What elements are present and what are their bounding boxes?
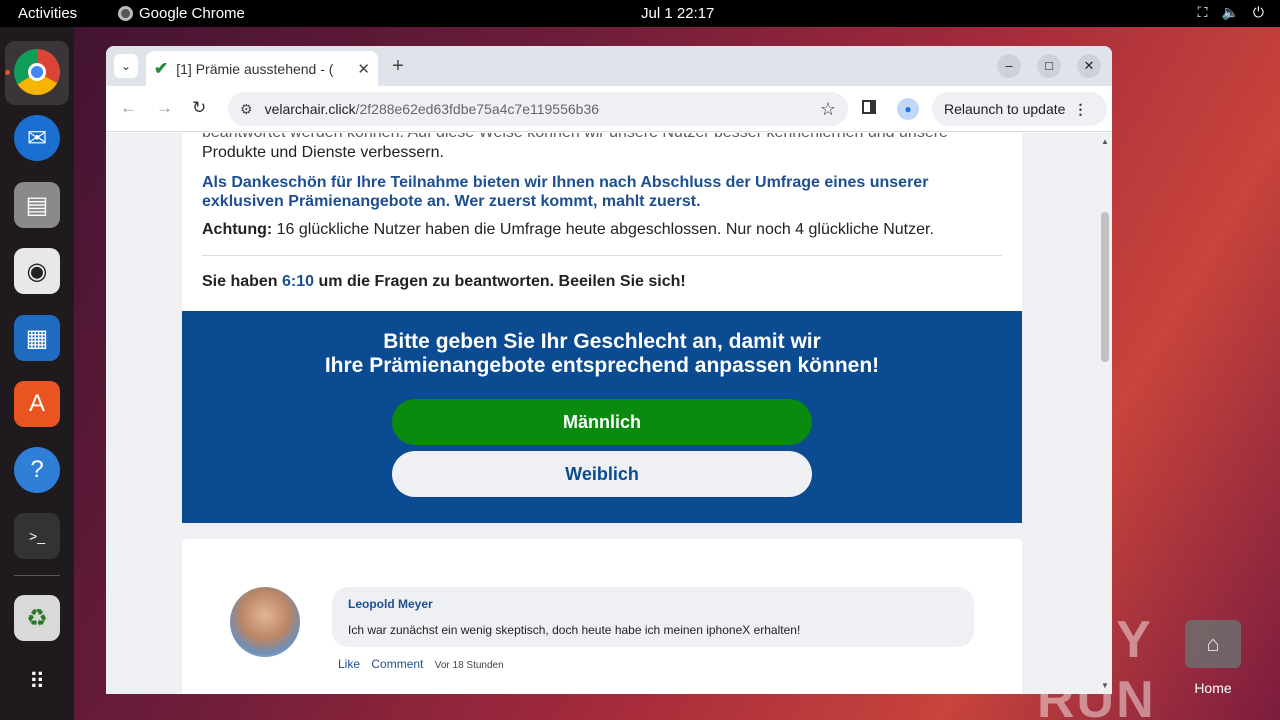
volume-icon: 🔈 [1221, 4, 1239, 20]
comment-card: Leopold Meyer Ich war zunächst ein wenig… [182, 539, 1022, 694]
power-icon: ⏻ [1252, 4, 1264, 20]
maximize-button[interactable]: □ [1037, 54, 1061, 78]
profile-icon[interactable]: ● [897, 98, 919, 120]
like-link[interactable]: Like [338, 657, 360, 671]
browser-window: ⌄ ✔ [1] Prämie ausstehend - ( ✕ + – □ ✕ … [106, 46, 1112, 694]
back-button[interactable]: ← [120, 98, 137, 118]
system-top-bar: Activities Google Chrome Jul 1 22:17 ⛶ 🔈 ⏻ [0, 0, 1280, 27]
help-icon[interactable]: ? [14, 447, 60, 493]
new-tab-button[interactable]: + [386, 54, 410, 78]
system-tray[interactable]: ⛶ 🔈 ⏻ [1198, 4, 1264, 21]
comment-author[interactable]: Leopold Meyer [348, 597, 958, 611]
minimize-button[interactable]: – [997, 54, 1021, 78]
network-icon: ⛶ [1197, 4, 1208, 20]
app-name: Google Chrome [139, 5, 245, 22]
dock: ✉ ▤ ◉ ▦ A ? >_ ♻ ⠿ [0, 27, 74, 720]
page-viewport: beantwortet werden können. Auf diese Wei… [106, 133, 1112, 694]
attention-text: Achtung: 16 glückliche Nutzer haben die … [202, 221, 1002, 239]
close-window-button[interactable]: ✕ [1077, 54, 1101, 78]
gender-question-panel: Bitte geben Sie Ihr Geschlecht an, damit… [182, 311, 1022, 523]
show-apps-icon[interactable]: ⠿ [14, 659, 60, 705]
dock-separator [14, 575, 60, 576]
timer-suffix: um die Fragen zu beantworten. Beeilen Si… [314, 273, 686, 290]
relaunch-button[interactable]: Relaunch to update ⋮ [932, 92, 1107, 126]
female-button[interactable]: Weiblich [392, 451, 812, 497]
intro-end-line: Produkte und Dienste verbessern. [202, 144, 444, 161]
trash-icon[interactable]: ♻ [14, 595, 60, 641]
writer-icon[interactable]: ▦ [14, 315, 60, 361]
chrome-icon [118, 6, 133, 21]
forward-button[interactable]: → [156, 98, 173, 118]
attention-body: 16 glückliche Nutzer haben die Umfrage h… [272, 221, 934, 238]
more-menu-icon[interactable]: ⋮ [1073, 101, 1087, 118]
address-bar[interactable]: ⚙ velarchair.click/2f288e62ed63fdbe75a4c… [228, 92, 848, 126]
site-info-icon[interactable]: ⚙ [240, 101, 253, 118]
clock[interactable]: Jul 1 22:17 [641, 5, 714, 22]
tab-title: [1] Prämie ausstehend - ( [176, 60, 334, 77]
bookmark-star-icon[interactable]: ☆ [820, 99, 836, 120]
divider [202, 255, 1002, 256]
close-tab-icon[interactable]: ✕ [357, 60, 370, 78]
tab-strip: ⌄ ✔ [1] Prämie ausstehend - ( ✕ + – □ ✕ [106, 46, 1112, 86]
chrome-dock-icon[interactable] [14, 49, 60, 95]
checkmark-icon: ✔ [154, 58, 169, 78]
app-menu[interactable]: Google Chrome [118, 5, 245, 22]
scrollbar-thumb[interactable] [1101, 212, 1109, 362]
comment-time: Vor 18 Stunden [434, 660, 504, 671]
tab-active[interactable]: ✔ [1] Prämie ausstehend - ( ✕ [146, 51, 378, 86]
attention-label: Achtung: [202, 221, 273, 238]
timer-value: 6:10 [282, 273, 315, 290]
comment-link[interactable]: Comment [371, 657, 423, 671]
activities-button[interactable]: Activities [18, 5, 77, 22]
side-panel-icon[interactable] [862, 100, 876, 114]
page-scrollbar[interactable]: ▲ ▼ [1098, 133, 1112, 694]
gender-heading-line-2: Ihre Prämienangebote entsprechend anpass… [324, 354, 880, 377]
rhythmbox-icon[interactable]: ◉ [14, 248, 60, 294]
relaunch-label: Relaunch to update [944, 101, 1066, 117]
comment-text: Ich war zunächst ein wenig skeptisch, do… [348, 623, 801, 637]
terminal-icon[interactable]: >_ [14, 513, 60, 559]
male-button[interactable]: Männlich [392, 399, 812, 445]
tab-search-button[interactable]: ⌄ [114, 54, 138, 78]
app-center-icon[interactable]: A [14, 381, 60, 427]
timer-text: Sie haben 6:10 um die Fragen zu beantwor… [202, 273, 1002, 291]
url-domain: velarchair.click [264, 101, 356, 117]
timer-prefix: Sie haben [202, 273, 283, 290]
reload-button[interactable]: ↻ [192, 98, 206, 118]
intro-cut-line: beantwortet werden können. Auf diese Wei… [202, 133, 948, 141]
files-icon[interactable]: ▤ [14, 182, 60, 228]
comment-actions: Like Comment Vor 18 Stunden [338, 657, 512, 671]
survey-intro-card: beantwortet werden können. Auf diese Wei… [182, 133, 1022, 311]
gender-heading: Bitte geben Sie Ihr Geschlecht an, damit… [182, 330, 1022, 378]
thanks-text: Als Dankeschön für Ihre Teilnahme bieten… [202, 174, 929, 210]
running-indicator [5, 70, 10, 75]
avatar [230, 587, 300, 657]
intro-text: beantwortet werden können. Auf diese Wei… [202, 133, 1002, 163]
scroll-down-icon[interactable]: ▼ [1101, 681, 1109, 690]
browser-toolbar: ← → ↻ ⚙ velarchair.click/2f288e62ed63fdb… [106, 86, 1112, 132]
url-path: /2f288e62ed63fdbe75a4c7e119556b36 [355, 101, 600, 117]
comment-bubble: Leopold Meyer Ich war zunächst ein wenig… [332, 587, 974, 647]
thunderbird-icon[interactable]: ✉ [14, 115, 60, 161]
scroll-up-icon[interactable]: ▲ [1101, 137, 1109, 146]
gender-heading-line-1: Bitte geben Sie Ihr Geschlecht an, damit… [383, 330, 821, 353]
